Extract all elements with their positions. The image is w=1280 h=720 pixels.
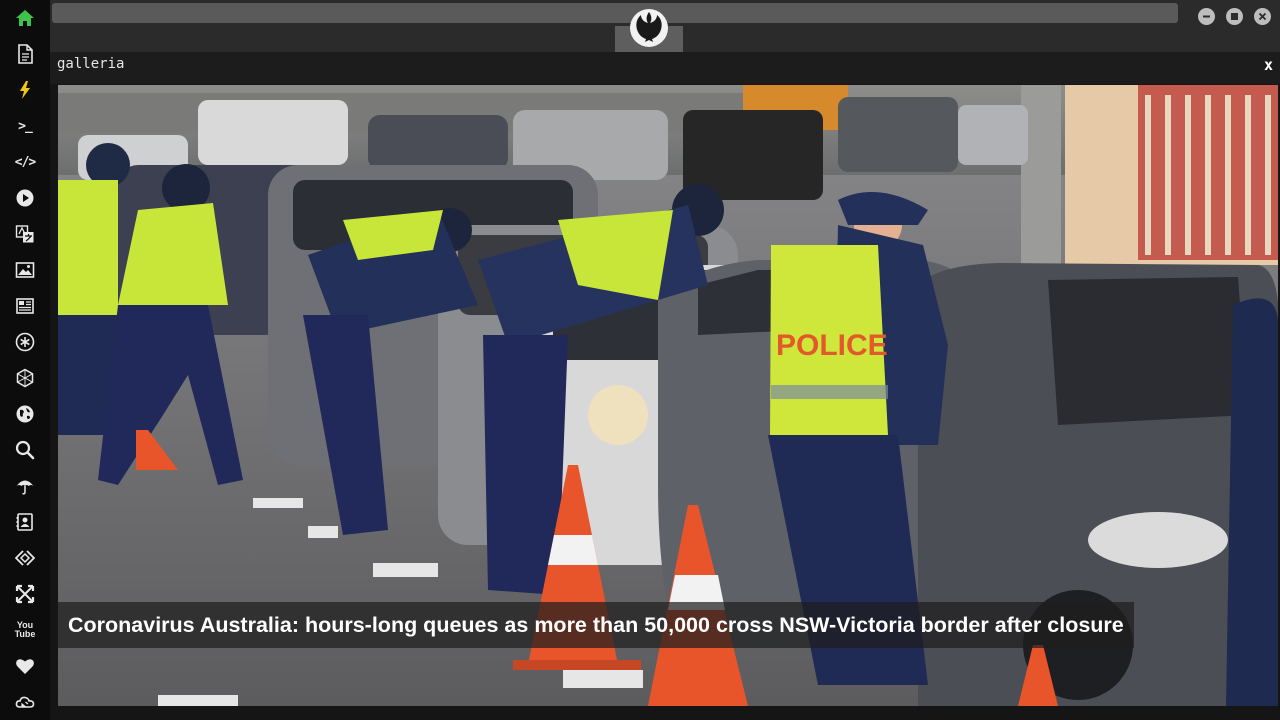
- translate-icon[interactable]: [11, 220, 39, 248]
- panel-close-button[interactable]: x: [1264, 56, 1273, 74]
- contact-card-icon[interactable]: [11, 508, 39, 536]
- hexagon-icon[interactable]: [11, 364, 39, 392]
- sidebar: >_ </> You Tube: [0, 0, 50, 720]
- rebel-alliance-icon: [630, 9, 668, 47]
- search-icon[interactable]: [11, 436, 39, 464]
- asterisk-icon[interactable]: [11, 328, 39, 356]
- heart-icon[interactable]: [11, 652, 39, 680]
- umbrella-icon[interactable]: [11, 472, 39, 500]
- minimize-icon[interactable]: [1198, 8, 1215, 25]
- document-icon[interactable]: [11, 40, 39, 68]
- youtube-icon[interactable]: You Tube: [11, 616, 39, 644]
- image-icon[interactable]: [11, 256, 39, 284]
- panel-title: galleria: [57, 56, 125, 72]
- code-icon[interactable]: </>: [11, 148, 39, 176]
- close-icon[interactable]: [1254, 8, 1271, 25]
- cloud-icon[interactable]: [11, 688, 39, 716]
- bottom-strip: [50, 706, 1280, 720]
- gallery-viewer[interactable]: POLICE Coronavirus Australia: hours-long…: [58, 85, 1278, 706]
- top-bar: [50, 0, 1280, 52]
- home-icon[interactable]: [11, 4, 39, 32]
- code-diamond-icon[interactable]: [11, 544, 39, 572]
- maximize-icon[interactable]: [1226, 8, 1243, 25]
- vest-text: POLICE: [776, 329, 888, 362]
- play-icon[interactable]: [11, 184, 39, 212]
- globe-icon[interactable]: [11, 400, 39, 428]
- terminal-icon[interactable]: >_: [11, 112, 39, 140]
- expand-icon[interactable]: [11, 580, 39, 608]
- lightning-icon[interactable]: [11, 76, 39, 104]
- address-bar[interactable]: [52, 3, 1178, 23]
- gallery-caption: Coronavirus Australia: hours-long queues…: [58, 602, 1134, 648]
- panel-header: galleria x: [50, 52, 1280, 84]
- news-icon[interactable]: [11, 292, 39, 320]
